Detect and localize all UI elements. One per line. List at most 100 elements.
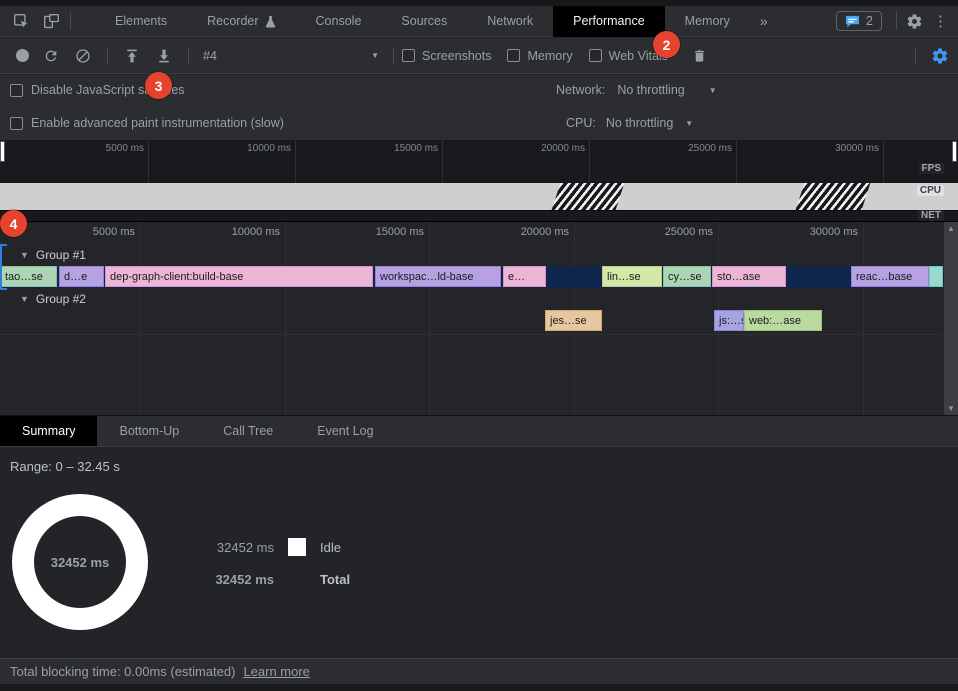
tab-console[interactable]: Console <box>296 6 382 37</box>
details-tab-event-log[interactable]: Event Log <box>295 416 395 446</box>
checkbox-box[interactable] <box>10 84 23 97</box>
device-toolbar-icon[interactable] <box>42 12 60 30</box>
legend-value: 32452 ms <box>196 572 274 587</box>
inspect-element-icon[interactable] <box>12 12 30 30</box>
more-options-icon[interactable]: ⋮ <box>923 12 958 30</box>
divider <box>393 47 394 65</box>
scroll-up-icon[interactable]: ▲ <box>947 224 955 233</box>
divider <box>107 47 108 65</box>
group-header-1[interactable]: ▼Group #1 <box>20 248 86 262</box>
tab-label: Network <box>487 14 533 28</box>
overview-right-handle[interactable] <box>952 141 957 162</box>
checkbox-screenshots[interactable]: Screenshots <box>402 49 491 63</box>
flame-bar[interactable]: e… <box>503 266 546 287</box>
timeline-overview[interactable]: 5000 ms10000 ms15000 ms20000 ms25000 ms3… <box>0 140 958 222</box>
tab-sources[interactable]: Sources <box>381 6 467 37</box>
overview-tick-line <box>295 140 296 184</box>
total-blocking-time-text: Total blocking time: 0.00ms (estimated) <box>10 664 235 679</box>
flame-chart[interactable]: 5000 ms10000 ms15000 ms20000 ms25000 ms3… <box>0 222 958 415</box>
network-label: Network: <box>556 83 605 97</box>
track-selection-bracket <box>0 244 7 290</box>
tab-recorder[interactable]: Recorder <box>187 6 295 37</box>
advanced-paint-checkbox[interactable]: Enable advanced paint instrumentation (s… <box>10 116 284 130</box>
flame-bar[interactable]: sto…ase <box>712 266 786 287</box>
scroll-down-icon[interactable]: ▼ <box>947 404 955 413</box>
overview-tick-line <box>442 140 443 184</box>
message-bubble-icon <box>845 15 860 28</box>
legend-value: 32452 ms <box>196 540 274 555</box>
checkbox-box[interactable] <box>589 49 602 62</box>
flame-bar[interactable]: jes…se <box>545 310 602 331</box>
settings-gear-icon[interactable] <box>905 12 923 30</box>
tab-performance[interactable]: Performance <box>553 6 665 37</box>
net-activity-band: NET <box>0 210 958 222</box>
clear-recording-button[interactable] <box>73 46 93 66</box>
flame-bar[interactable]: reac…base <box>851 266 929 287</box>
flame-bar[interactable]: d…e <box>59 266 104 287</box>
chevron-down-icon[interactable]: ▼ <box>685 119 693 128</box>
flame-bar[interactable]: workspac…ld-base <box>375 266 501 287</box>
range-label: Range: 0 – 32.45 s <box>10 459 120 474</box>
flame-grid-line <box>285 222 286 415</box>
details-tab-summary[interactable]: Summary <box>0 416 97 446</box>
collapse-triangle-icon[interactable]: ▼ <box>20 250 29 260</box>
checkbox-memory[interactable]: Memory <box>507 49 572 63</box>
legend-row: 32452 msIdle <box>196 538 380 556</box>
network-throttling-select[interactable]: No throttling <box>617 83 684 97</box>
chevron-down-icon[interactable]: ▼ <box>709 86 717 95</box>
legend-row: 32452 msTotal <box>196 570 380 588</box>
load-profile-icon[interactable] <box>122 46 142 66</box>
trash-icon[interactable] <box>690 46 710 66</box>
more-tabs-chevron[interactable]: » <box>760 13 768 29</box>
record-button[interactable] <box>16 49 29 62</box>
learn-more-link[interactable]: Learn more <box>243 664 309 679</box>
details-tab-bottom-up[interactable]: Bottom-Up <box>97 416 201 446</box>
overview-tick-label: 20000 ms <box>541 143 585 154</box>
annotation-badge-3: 3 <box>145 72 172 99</box>
net-lane-label: NET <box>918 210 944 221</box>
tab-label: Memory <box>685 14 730 28</box>
flame-grid-line <box>140 222 141 415</box>
cpu-activity-band: CPU <box>0 183 958 210</box>
details-tab-call-tree[interactable]: Call Tree <box>201 416 295 446</box>
checkbox-box[interactable] <box>507 49 520 62</box>
tab-network[interactable]: Network <box>467 6 553 37</box>
flame-bar[interactable] <box>929 266 943 287</box>
tab-label: Console <box>316 14 362 28</box>
flame-bar[interactable]: cy…se <box>663 266 711 287</box>
flame-tick-label: 5000 ms <box>93 226 135 238</box>
divider <box>915 47 916 65</box>
flame-bar[interactable]: web:…ase <box>744 310 822 331</box>
issues-button[interactable]: 2 <box>836 11 882 31</box>
group-header-2[interactable]: ▼Group #2 <box>20 292 86 306</box>
tab-elements[interactable]: Elements <box>95 6 187 37</box>
summary-panel: Range: 0 – 32.45 s 32452 ms 32452 msIdle… <box>0 447 958 658</box>
checkbox-label: Enable advanced paint instrumentation (s… <box>31 116 284 130</box>
devtools-window: Elements Recorder Console Sources Network Per… <box>0 0 958 691</box>
flame-tick-label: 10000 ms <box>232 226 280 238</box>
checkbox-box[interactable] <box>10 117 23 130</box>
save-profile-icon[interactable] <box>154 46 174 66</box>
flame-tick-label: 15000 ms <box>376 226 424 238</box>
flame-bar[interactable]: dep-graph-client:build-base <box>105 266 373 287</box>
flame-bar[interactable]: lin…se <box>602 266 662 287</box>
flask-icon <box>265 15 276 28</box>
reload-and-record-button[interactable] <box>41 46 61 66</box>
recording-session-selector[interactable]: #4 ▼ <box>197 49 385 63</box>
flame-bar[interactable]: js:…se <box>714 310 744 331</box>
annotation-badge-2: 2 <box>653 31 680 58</box>
cpu-busy-hatch <box>796 183 871 210</box>
panel-tabs: Elements Recorder Console Sources Network Per… <box>95 6 750 37</box>
tab-label: Elements <box>115 14 167 28</box>
tab-memory[interactable]: Memory <box>665 6 750 37</box>
flame-tick-label: 25000 ms <box>665 226 713 238</box>
collapse-triangle-icon[interactable]: ▼ <box>20 294 29 304</box>
flame-bar[interactable]: tao…se <box>0 266 57 287</box>
tab-label: Recorder <box>207 14 258 28</box>
overview-left-handle[interactable] <box>0 141 5 162</box>
flame-scrollbar[interactable]: ▲ ▼ <box>943 222 958 415</box>
divider <box>188 47 189 65</box>
cpu-throttling-select[interactable]: No throttling <box>606 116 673 130</box>
checkbox-box[interactable] <box>402 49 415 62</box>
capture-settings-gear-icon[interactable] <box>930 46 950 66</box>
